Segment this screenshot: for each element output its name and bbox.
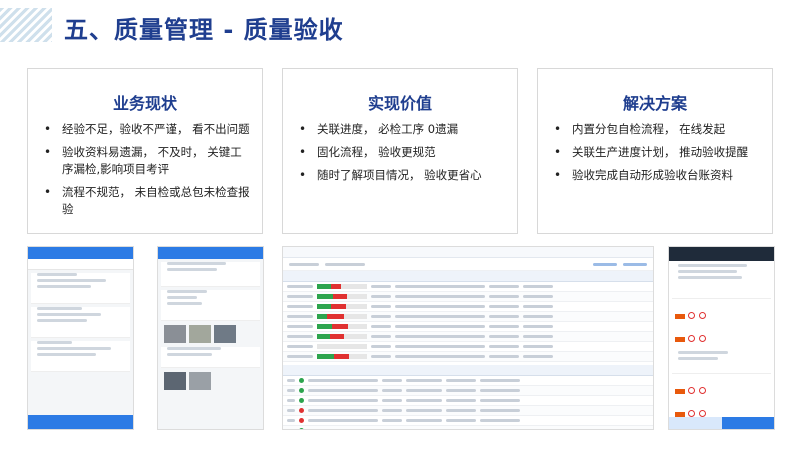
card-list: 经验不足，验收不严谨， 看不出问题 验收资料易遗漏， 不及时， 关键工序漏检,影… [44, 121, 252, 224]
progress-row [283, 292, 653, 302]
card-solution: 解决方案 内置分包自检流程， 在线发起 关联生产进度计划， 推动验收提醒 验收完… [537, 68, 773, 234]
workbench-toolbar [283, 247, 653, 258]
phone-status-bar [28, 247, 133, 259]
progress-row [283, 312, 653, 322]
detail-row [283, 426, 653, 429]
card-item: 随时了解项目情况， 验收更省心 [299, 167, 507, 184]
screenshot-phone-inspection-form [668, 246, 775, 430]
detail-row [283, 396, 653, 406]
card-item: 关联生产进度计划， 推动验收提醒 [554, 144, 762, 161]
list-item [31, 273, 130, 304]
card-item: 内置分包自检流程， 在线发起 [554, 121, 762, 138]
progress-row [283, 322, 653, 332]
phone-bottom-button [28, 415, 133, 429]
detail-row [283, 386, 653, 396]
phone-status-bar [158, 247, 263, 259]
card-item: 流程不规范， 未自检或总包未检查报验 [44, 184, 252, 218]
form-item [669, 325, 774, 348]
card-item: 固化流程， 验收更规范 [299, 144, 507, 161]
progress-row [283, 302, 653, 312]
progress-table-header [283, 271, 653, 282]
screenshot-web-workbench [282, 246, 654, 430]
detail-section [161, 262, 260, 287]
list-item [31, 307, 130, 338]
detail-row [283, 416, 653, 426]
phone-tabs [28, 259, 133, 270]
card-heading: 解决方案 [622, 94, 687, 113]
card-item: 验收完成自动形成验收台账资料 [554, 167, 762, 184]
card-heading: 实现价值 [367, 94, 432, 113]
photo-thumbnails [164, 372, 257, 390]
form-item [669, 377, 774, 400]
detail-section [161, 290, 260, 321]
detail-table-header [283, 365, 653, 376]
progress-row [283, 342, 653, 352]
card-business-status: 业务现状 经验不足，验收不严谨， 看不出问题 验收资料易遗漏， 不及时， 关键工… [27, 68, 263, 234]
screenshot-phone-acceptance-list [27, 246, 134, 430]
card-value: 实现价值 关联进度， 必检工序 0遗漏 固化流程， 验收更规范 随时了解项目情况… [282, 68, 518, 234]
form-buttons [669, 417, 774, 429]
detail-section [161, 347, 260, 368]
screenshot-phone-acceptance-detail [157, 246, 264, 430]
card-list: 关联进度， 必检工序 0遗漏 固化流程， 验收更规范 随时了解项目情况， 验收更… [299, 121, 507, 190]
card-heading: 业务现状 [112, 94, 177, 113]
form-section [672, 264, 771, 299]
progress-row [283, 332, 653, 342]
list-item [31, 341, 130, 372]
card-item: 验收资料易遗漏， 不及时， 关键工序漏检,影响项目考评 [44, 144, 252, 178]
card-item: 关联进度， 必检工序 0遗漏 [299, 121, 507, 138]
form-section [672, 351, 771, 374]
title-decoration [0, 8, 52, 42]
progress-row [283, 282, 653, 292]
form-item [669, 302, 774, 325]
card-item: 经验不足，验收不严谨， 看不出问题 [44, 121, 252, 138]
workbench-filter-bar [283, 258, 653, 271]
detail-row [283, 406, 653, 416]
card-list: 内置分包自检流程， 在线发起 关联生产进度计划， 推动验收提醒 验收完成自动形成… [554, 121, 762, 190]
page-title: 五、质量管理 - 质量验收 [64, 16, 344, 44]
progress-table [283, 282, 653, 362]
photo-thumbnails [164, 325, 257, 343]
detail-row [283, 376, 653, 386]
detail-table [283, 376, 653, 429]
phone-header [669, 247, 774, 261]
progress-row [283, 352, 653, 362]
